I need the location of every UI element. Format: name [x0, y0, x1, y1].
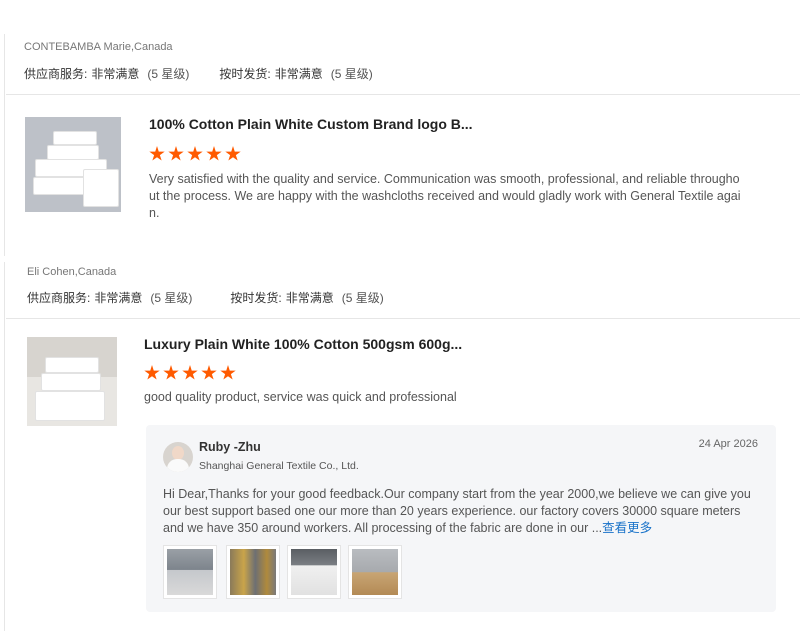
ontime-value: 非常满意 — [274, 67, 323, 81]
star-icon — [225, 146, 241, 161]
star-icon — [187, 146, 203, 161]
reply-photo[interactable] — [163, 545, 217, 599]
star-icon — [144, 365, 160, 380]
reply-company: Shanghai General Textile Co., Ltd. — [199, 460, 359, 472]
product-thumbnail[interactable] — [25, 117, 121, 212]
star-icon — [220, 365, 236, 380]
star-icon — [163, 365, 179, 380]
ontime-level: (5 星级) — [330, 67, 373, 81]
product-thumbnail[interactable] — [27, 337, 117, 426]
supplier-service-value: 非常满意 — [94, 291, 143, 305]
reply-photo[interactable] — [226, 545, 280, 599]
supplier-service-level: (5 星级) — [147, 67, 190, 81]
star-icon — [182, 365, 198, 380]
product-title[interactable]: Luxury Plain White 100% Cotton 500gsm 60… — [144, 336, 462, 352]
star-icon — [168, 146, 184, 161]
product-title[interactable]: 100% Cotton Plain White Custom Brand log… — [149, 116, 473, 132]
ontime-level: (5 星级) — [341, 291, 384, 305]
star-icon — [206, 146, 222, 161]
supplier-service-value: 非常满意 — [91, 67, 140, 81]
reply-text: Hi Dear,Thanks for your good feedback.Ou… — [163, 486, 763, 537]
review-ratings: 供应商服务: 非常满意 (5 星级) 按时发货: 非常满意 (5 星级) — [27, 289, 384, 306]
avatar — [163, 442, 193, 472]
supplier-service-label: 供应商服务: — [24, 67, 88, 81]
reply-author: Ruby -Zhu — [199, 440, 261, 454]
reply-text-line: our best support based one our more than… — [163, 504, 741, 518]
star-icon — [201, 365, 217, 380]
ontime-label: 按时发货: — [230, 291, 282, 305]
rating-stars — [144, 365, 236, 381]
reviewer-name: CONTEBAMBA Marie,Canada — [24, 41, 173, 53]
rating-stars — [149, 146, 241, 162]
supplier-reply: Ruby -Zhu Shanghai General Textile Co., … — [146, 425, 776, 612]
ontime-value: 非常满意 — [285, 291, 334, 305]
review-text: good quality product, service was quick … — [144, 390, 457, 404]
review-ratings: 供应商服务: 非常满意 (5 星级) 按时发货: 非常满意 (5 星级) — [24, 65, 373, 82]
view-more-link[interactable]: 查看更多 — [602, 521, 652, 535]
supplier-service-label: 供应商服务: — [27, 291, 91, 305]
reply-photo[interactable] — [287, 545, 341, 599]
review-text: Very satisfied with the quality and serv… — [149, 171, 789, 222]
reply-photo[interactable] — [348, 545, 402, 599]
star-icon — [149, 146, 165, 161]
reply-text-line: and we have 350 around workers. All proc… — [163, 521, 603, 535]
review-text-line: n. — [149, 206, 160, 220]
review-text-line: Very satisfied with the quality and serv… — [149, 172, 740, 186]
supplier-service-level: (5 星级) — [150, 291, 193, 305]
reviewer-name: Eli Cohen,Canada — [27, 266, 117, 278]
reply-date: 24 Apr 2026 — [698, 438, 758, 450]
review-text-line: ut the process. We are happy with the wa… — [149, 189, 741, 203]
reply-text-line: Hi Dear,Thanks for your good feedback.Ou… — [163, 487, 751, 501]
ontime-label: 按时发货: — [219, 67, 271, 81]
